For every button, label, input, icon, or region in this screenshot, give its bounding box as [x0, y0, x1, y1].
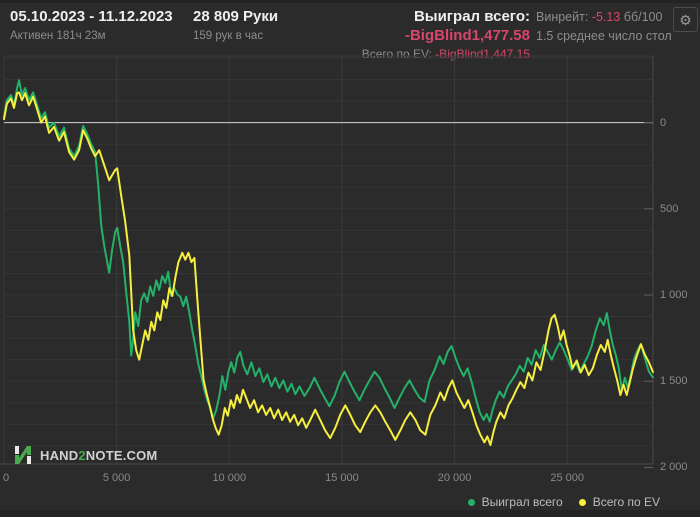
x-tick-label: 5 000 [102, 472, 131, 484]
hand2note-logo-text: HAND2NOTE.COM [40, 447, 158, 463]
window-bottom-edge [0, 510, 700, 517]
x-tick-label: 10 000 [212, 472, 247, 484]
y-tick-label: 1 500 [660, 375, 688, 388]
legend-item-ev[interactable]: Всего по EV [578, 495, 660, 509]
legend-label-ev: Всего по EV [592, 495, 660, 509]
ev-series-dot-icon [578, 498, 586, 506]
x-tick-label: 0 [3, 472, 10, 484]
y-tick-label: 2 000 [660, 461, 688, 474]
x-tick-label: 15 000 [325, 472, 359, 484]
x-tick-label: 25 000 [550, 472, 585, 484]
y-tick-label: 1 000 [660, 289, 688, 301]
winnings-chart[interactable] [0, 0, 700, 517]
hand2note-graph-window: 05.10.2023 - 11.12.2023 Активен 181ч 23м… [0, 0, 700, 517]
won-series-dot-icon [467, 498, 475, 506]
hand2note-logo-icon [15, 446, 31, 464]
x-tick-label: 20 000 [437, 472, 472, 484]
y-tick-label: 500 [660, 202, 679, 215]
hand2note-logo[interactable]: HAND2NOTE.COM [12, 444, 157, 466]
legend-label-won: Выиграл всего [481, 495, 563, 509]
legend-item-won[interactable]: Выиграл всего [467, 495, 563, 509]
chart-legend: Выиграл всего Всего по EV [467, 495, 660, 509]
y-tick-label: 0 [660, 116, 667, 129]
